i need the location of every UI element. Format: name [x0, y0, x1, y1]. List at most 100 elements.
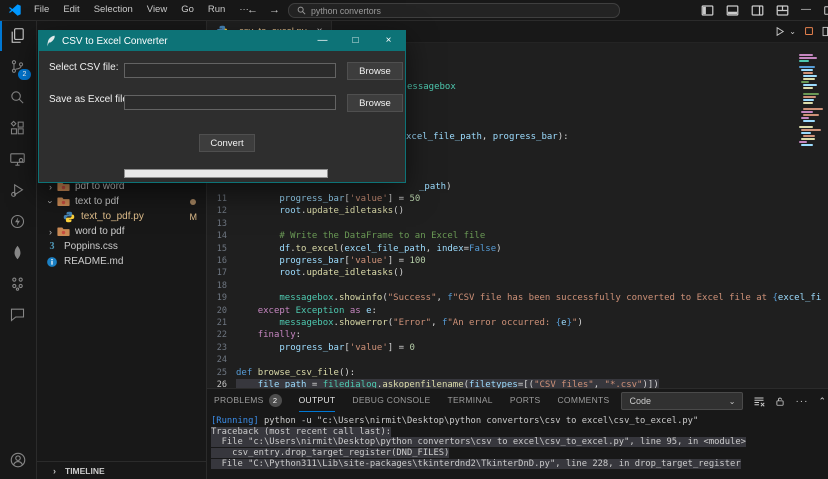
nav-forward-icon[interactable]: →	[269, 0, 280, 20]
code-line[interactable]: 12 root.update_idletasks()	[206, 205, 828, 218]
running-tag: [Running]	[211, 416, 264, 426]
menu-run[interactable]: Run	[201, 0, 232, 20]
activity-source-control[interactable]: 2	[0, 51, 35, 82]
dialog-title-bar[interactable]: CSV to Excel Converter — □ ×	[39, 31, 405, 51]
activity-run-debug[interactable]	[0, 175, 35, 206]
file-text-to-pdf-py[interactable]: text_to_pdf.pyM	[36, 209, 206, 224]
clear-output-icon[interactable]	[753, 395, 765, 407]
folder-word-to-pdf[interactable]: ›word to pdf	[36, 224, 206, 239]
vscode-logo-icon	[8, 3, 22, 17]
code-line[interactable]: 26 file_path = filedialog.askopenfilenam…	[206, 379, 828, 388]
maximize-panel-icon[interactable]: ⌃	[818, 396, 826, 407]
line-number: 20	[206, 305, 227, 317]
toggle-sidebar-icon[interactable]	[701, 4, 714, 17]
code-line[interactable]: 25def browse_csv_file():	[206, 367, 828, 380]
activity-account[interactable]	[0, 444, 35, 475]
output-channel-select[interactable]: Code ⌄	[621, 392, 743, 410]
minimap-line	[803, 75, 817, 77]
code-text: progress_bar['value'] = 50	[236, 193, 420, 205]
nav-back-icon[interactable]: ←	[247, 0, 258, 20]
browse-button[interactable]: Browse	[347, 94, 403, 112]
run-button[interactable]	[774, 26, 785, 37]
dialog-minimize-button[interactable]: —	[306, 31, 339, 51]
timeline-section[interactable]: › TIMELINE	[36, 461, 206, 479]
panel-tab-problems[interactable]: PROBLEMS2	[214, 389, 282, 412]
folder-text-to-pdf[interactable]: ›text to pdf	[36, 194, 206, 209]
activity-chat[interactable]	[0, 299, 35, 330]
minimap[interactable]	[799, 54, 823, 150]
code-line[interactable]: 14 # Write the DataFrame to an Excel fil…	[206, 230, 828, 243]
problems-count-badge: 2	[269, 394, 282, 407]
menu-edit[interactable]: Edit	[56, 0, 86, 20]
bottom-panel: PROBLEMS2 OUTPUT DEBUG CONSOLE TERMINAL PORT…	[206, 388, 828, 479]
code-line[interactable]: 24	[206, 354, 828, 367]
activity-extensions[interactable]	[0, 113, 35, 144]
minimize-button[interactable]: —	[801, 0, 811, 20]
code-line[interactable]: 16 progress_bar['value'] = 100	[206, 255, 828, 268]
code-line[interactable]: 21 messagebox.showerror("Error", f"An er…	[206, 317, 828, 330]
activity-thunder-client[interactable]	[0, 206, 35, 237]
browse-button[interactable]: Browse	[347, 62, 403, 80]
git-modified-badge: M	[190, 212, 198, 222]
chevron-down-icon: ›	[46, 196, 56, 207]
panel-tab-terminal[interactable]: TERMINAL	[447, 389, 492, 412]
code-text: xcel_file_path, progress_bar):	[406, 131, 569, 143]
minimap-line	[803, 87, 813, 89]
line-number: 23	[206, 342, 227, 354]
file-path-entry[interactable]	[124, 63, 336, 78]
file-readme-md[interactable]: README.md	[36, 254, 206, 269]
modified-dot-badge	[190, 199, 196, 205]
code-line[interactable]: 11 progress_bar['value'] = 50	[206, 193, 828, 206]
line-number: 17	[206, 267, 227, 279]
output-text: python -u "c:\Users\nirmit\Desktop\pytho…	[264, 416, 698, 426]
more-actions-icon[interactable]: ···	[795, 396, 808, 407]
line-number: 25	[206, 367, 227, 379]
code-line[interactable]: 20 except Exception as e:	[206, 305, 828, 318]
activity-explorer[interactable]	[0, 20, 35, 51]
minimap-line	[799, 141, 807, 143]
run-dropdown-icon[interactable]: ⌄	[789, 27, 796, 36]
search-value: python convertors	[311, 6, 381, 16]
file-path-entry[interactable]	[124, 95, 336, 110]
file-label: README.md	[64, 256, 123, 267]
menu-view[interactable]: View	[140, 0, 174, 20]
menu-selection[interactable]: Selection	[87, 0, 140, 20]
panel-tab-comments[interactable]: COMMENTS	[557, 389, 609, 412]
dialog-maximize-button[interactable]: □	[339, 31, 372, 51]
activity-search[interactable]	[0, 82, 35, 113]
activity-mongodb[interactable]	[0, 237, 35, 268]
panel-tab-output[interactable]: OUTPUT	[299, 389, 336, 412]
panel-tab-debug-console[interactable]: DEBUG CONSOLE	[352, 389, 430, 412]
convert-button[interactable]: Convert	[199, 134, 255, 152]
code-line[interactable]: 18	[206, 280, 828, 293]
minimap-line	[803, 93, 819, 95]
menu-go[interactable]: Go	[174, 0, 201, 20]
code-line[interactable]: 22 finally:	[206, 329, 828, 342]
activity-marketplace[interactable]	[0, 268, 35, 299]
code-line[interactable]: 17 root.update_idletasks()	[206, 267, 828, 280]
toggle-secondary-sidebar-icon[interactable]	[751, 4, 764, 17]
menu-file[interactable]: File	[27, 0, 56, 20]
folder-icon	[56, 195, 70, 208]
code-line[interactable]: 19 messagebox.showinfo("Success", f"CSV …	[206, 292, 828, 305]
output-text: File "C:\Python311\Lib\site-packages\tki…	[211, 459, 741, 469]
line-number: 14	[206, 230, 227, 242]
dialog-close-button[interactable]: ×	[372, 31, 405, 51]
line-number: 16	[206, 255, 227, 267]
toggle-panel-icon[interactable]	[726, 4, 739, 17]
activity-remote-explorer[interactable]	[0, 144, 35, 175]
code-line[interactable]: 15 df.to_excel(excel_file_path, index=Fa…	[206, 243, 828, 256]
command-center-search[interactable]: python convertors	[288, 3, 620, 18]
panel-tab-ports[interactable]: PORTS	[510, 389, 541, 412]
scroll-lock-icon[interactable]	[775, 396, 785, 407]
customize-layout-icon[interactable]	[776, 4, 789, 17]
stop-button[interactable]	[804, 26, 814, 36]
code-line[interactable]: 23 progress_bar['value'] = 0	[206, 342, 828, 355]
restore-button[interactable]	[823, 5, 828, 16]
code-line[interactable]: 13	[206, 218, 828, 231]
file-poppins-css[interactable]: 3Poppins.css	[36, 239, 206, 254]
split-editor-button[interactable]	[822, 26, 828, 37]
minimap-line	[799, 66, 815, 68]
minimap-line	[801, 132, 811, 134]
code-text: progress_bar['value'] = 100	[236, 255, 426, 267]
